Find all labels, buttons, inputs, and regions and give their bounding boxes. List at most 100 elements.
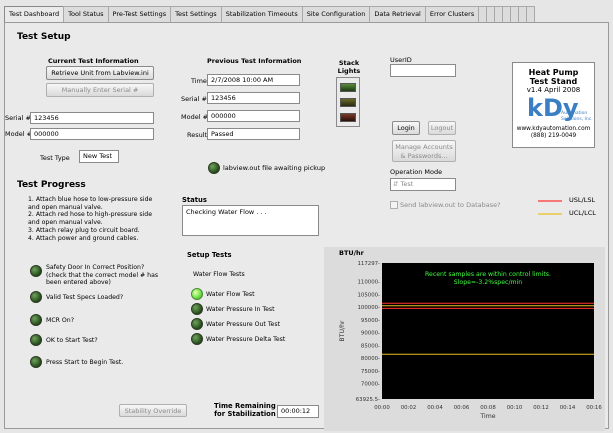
check-line: been entered above) [46, 279, 111, 287]
x-tick-label: 00:10 [507, 405, 523, 411]
logo-brand-sub2: Solutions, Inc. [561, 117, 593, 122]
login-button[interactable]: Login [392, 121, 420, 135]
tab-site-configuration[interactable]: Site Configuration [301, 6, 371, 22]
x-tick-label: 00:02 [401, 405, 417, 411]
status-display: Checking Water Flow . . . [182, 205, 319, 236]
tab-test-dashboard[interactable]: Test Dashboard [4, 6, 65, 23]
y-axis-ticks: 117297- 110000- 105000- 100000- 95000- 90000-… [356, 261, 380, 403]
water-flow-test-label: Water Flow Test [206, 291, 255, 298]
logo-brand-sub1: Automation [561, 111, 588, 116]
instruction-line: 1. Attach blue hose to low-pressure side [28, 196, 153, 203]
safety-door-label: Safety Door In Correct Position? (check … [46, 264, 158, 287]
stack-light-green [340, 83, 356, 92]
water-pressure-in-led [191, 303, 203, 315]
y-tick-label: 117297- [357, 261, 380, 267]
manual-serial-button[interactable]: Manually Enter Serial # [46, 83, 154, 97]
prev-model-field: 000000 [207, 110, 300, 122]
instructions-text: 1. Attach blue hose to low-pressure side… [28, 196, 152, 242]
x-tick-label: 00:08 [480, 405, 496, 411]
kdy-logo-mark: kDy Automation Solutions, Inc. [513, 94, 594, 126]
tab-tool-status[interactable]: Tool Status [63, 6, 109, 22]
manage-accounts-label-line1: Manage Accounts [395, 143, 453, 151]
model-field[interactable]: 000000 [30, 128, 154, 140]
water-pressure-out-led [191, 318, 203, 330]
water-pressure-delta-led [191, 333, 203, 345]
spinner-icon: ⇵ [393, 180, 399, 188]
mcr-label: MCR On? [46, 317, 75, 324]
manage-accounts-label-line2: & Passwords... [400, 152, 448, 160]
btu-chart: 117297- 110000- 105000- 100000- 95000- 90000-… [339, 261, 602, 420]
tab-error-clusters[interactable]: Error Clusters [424, 6, 480, 22]
send-database-label: Send labview.out to Database? [400, 201, 501, 209]
operation-mode-select[interactable]: ⇵ Test [390, 178, 456, 191]
tab-stabilization-timeouts[interactable]: Stabilization Timeouts [220, 6, 303, 22]
ok-to-start-label: OK to Start Test? [46, 337, 98, 344]
water-pressure-delta-label: Water Pressure Delta Test [206, 336, 286, 343]
stack-lights-panel [336, 77, 360, 127]
x-tick-label: 00:14 [560, 405, 576, 411]
check-line: (check that the correct model # has [46, 271, 159, 279]
test-setup-title: Test Setup [17, 32, 71, 42]
prev-model-label: Model # [181, 113, 209, 121]
logo-line2: Test Stand [529, 77, 578, 86]
test-type-field[interactable]: New Test [79, 150, 119, 163]
stack-lights-label: Stack Lights [337, 59, 361, 75]
setup-tests-label: Setup Tests [187, 251, 232, 259]
chart-legend: USL/LSL UCL/LCL [538, 195, 602, 223]
water-pressure-out-label: Water Pressure Out Test [206, 321, 281, 328]
x-tick-label: 00:12 [533, 405, 549, 411]
time-remaining-field: 00:00:12 [277, 405, 319, 418]
chart-x-label: Time [479, 413, 495, 420]
y-tick-label: 90000- [361, 331, 380, 337]
ok-to-start-led [30, 334, 42, 346]
y-tick-label: 85000- [361, 343, 380, 349]
chart-annotation-line1: Recent samples are within control limits… [425, 271, 551, 278]
company-logo: Heat Pump Test Stand v1.4 April 2008 kDy… [512, 62, 595, 148]
prev-time-label: Time [191, 77, 207, 85]
model-label: Model # [5, 130, 33, 138]
y-tick-label: 75000- [361, 369, 380, 375]
instruction-line: 2. Attach red hose to high-pressure side [28, 211, 153, 219]
prev-result-field: Passed [207, 128, 300, 140]
previous-test-info-heading: Previous Test Information [207, 57, 302, 65]
serial-field[interactable]: 123456 [30, 112, 154, 124]
operation-mode-value: Test [400, 180, 414, 188]
y-tick-label: 105000- [357, 292, 380, 298]
prev-serial-label: Serial # [181, 95, 207, 103]
y-tick-label: 80000- [361, 356, 380, 362]
userid-field[interactable] [390, 64, 456, 77]
valid-specs-led [30, 291, 42, 303]
logout-button[interactable]: Logout [428, 121, 456, 135]
y-tick-label: 95000- [361, 318, 380, 324]
water-flow-test-led [191, 288, 203, 300]
time-remaining-line1: Time Remaining [214, 402, 276, 410]
labview-out-led [208, 162, 220, 174]
y-tick-label: 70000- [361, 382, 380, 388]
labview-out-label: labview.out file awaiting pickup [223, 164, 326, 172]
time-remaining-line2: for Stabilization [214, 410, 276, 418]
tab-data-retrieval[interactable]: Data Retrieval [369, 6, 426, 22]
logo-line1: Heat Pump [528, 68, 579, 77]
send-database-checkbox[interactable] [390, 201, 398, 209]
time-remaining-label: Time Remaining for Stabilization [214, 402, 276, 418]
prev-serial-field: 123456 [207, 92, 300, 104]
stability-override-button[interactable]: Stability Override [119, 404, 187, 417]
serial-label: Serial # [5, 114, 31, 122]
mcr-led [30, 314, 42, 326]
stack-light-yellow [340, 98, 356, 107]
tab-pre-test-settings[interactable]: Pre-Test Settings [107, 6, 172, 22]
tab-test-settings[interactable]: Test Settings [170, 6, 222, 22]
instruction-line: 4. Attach power and ground cables. [28, 234, 139, 242]
x-axis-ticks: 00:00 00:02 00:04 00:06 00:08 00:10 00:12 00:14… [374, 405, 602, 411]
stack-light-red [340, 113, 356, 122]
instruction-line: and open manual valve. [28, 219, 103, 227]
x-tick-label: 00:16 [586, 405, 602, 411]
userid-label: UserID [390, 56, 412, 64]
x-tick-label: 00:00 [374, 405, 390, 411]
press-start-led [30, 356, 42, 368]
manage-accounts-button[interactable]: Manage Accounts & Passwords... [392, 140, 456, 162]
retrieve-unit-button[interactable]: Retrieve Unit from Labview.ini [46, 66, 154, 80]
chart-y-label: BTU/hr [339, 320, 346, 342]
current-test-info-heading: Current Test Information [48, 57, 139, 65]
test-progress-title: Test Progress [17, 180, 86, 190]
